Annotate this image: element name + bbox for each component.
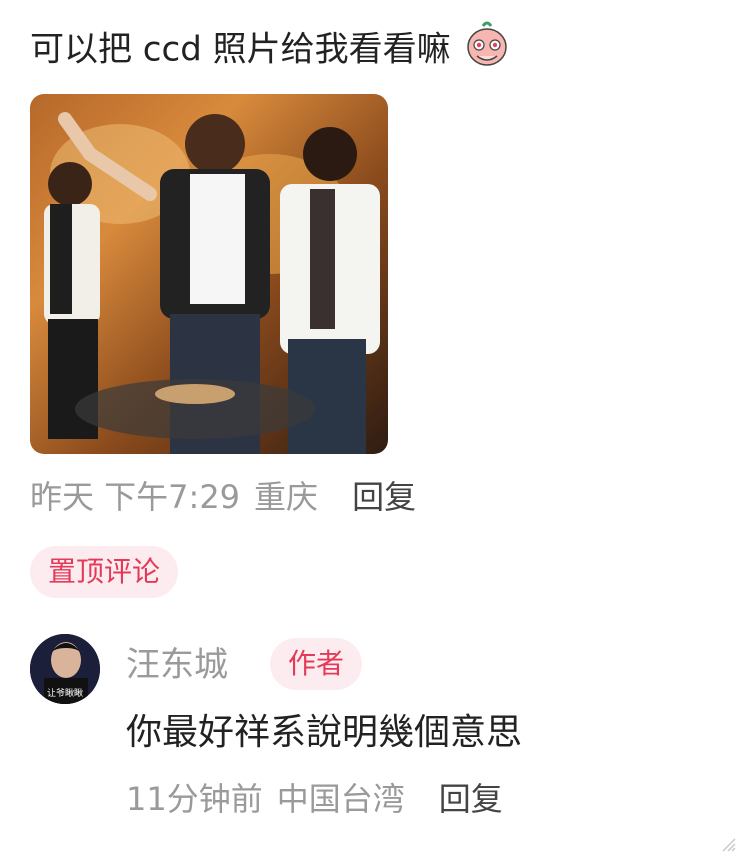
author-name[interactable]: 汪东城 [126,640,228,690]
avatar-illustration: 让爷瞅瞅 [30,634,100,704]
comment-meta: 昨天 下午7:29 重庆 回复 [30,470,416,520]
reply-text: 你最好祥系說明幾個意思 [126,712,523,753]
comment-reply-button[interactable]: 回复 [352,472,416,518]
reply-meta: 11分钟前 中国台湾 回复 [126,772,503,822]
author-badge: 作者 [270,638,363,690]
reply-time: 11分钟前 [126,780,263,818]
resize-grip-icon [718,834,736,852]
author-avatar[interactable]: 让爷瞅瞅 [30,634,100,704]
reply-location: 中国台湾 [276,780,405,818]
reply-reply-button[interactable]: 回复 [439,774,503,820]
avatar-text: 让爷瞅瞅 [47,687,83,699]
comment-photo[interactable] [30,94,388,454]
cute-peach-face-emoji-icon [463,20,511,82]
pinned-comment-badge: 置顶评论 [30,546,179,598]
comment-text-label: 可以把 ccd 照片给我看看嘛 [30,29,451,70]
photo-illustration [44,112,380,454]
comment-time: 昨天 下午7:29 [30,478,241,516]
comment-location: 重庆 [254,478,319,516]
comment-text: 可以把 ccd 照片给我看看嘛 [30,20,511,82]
